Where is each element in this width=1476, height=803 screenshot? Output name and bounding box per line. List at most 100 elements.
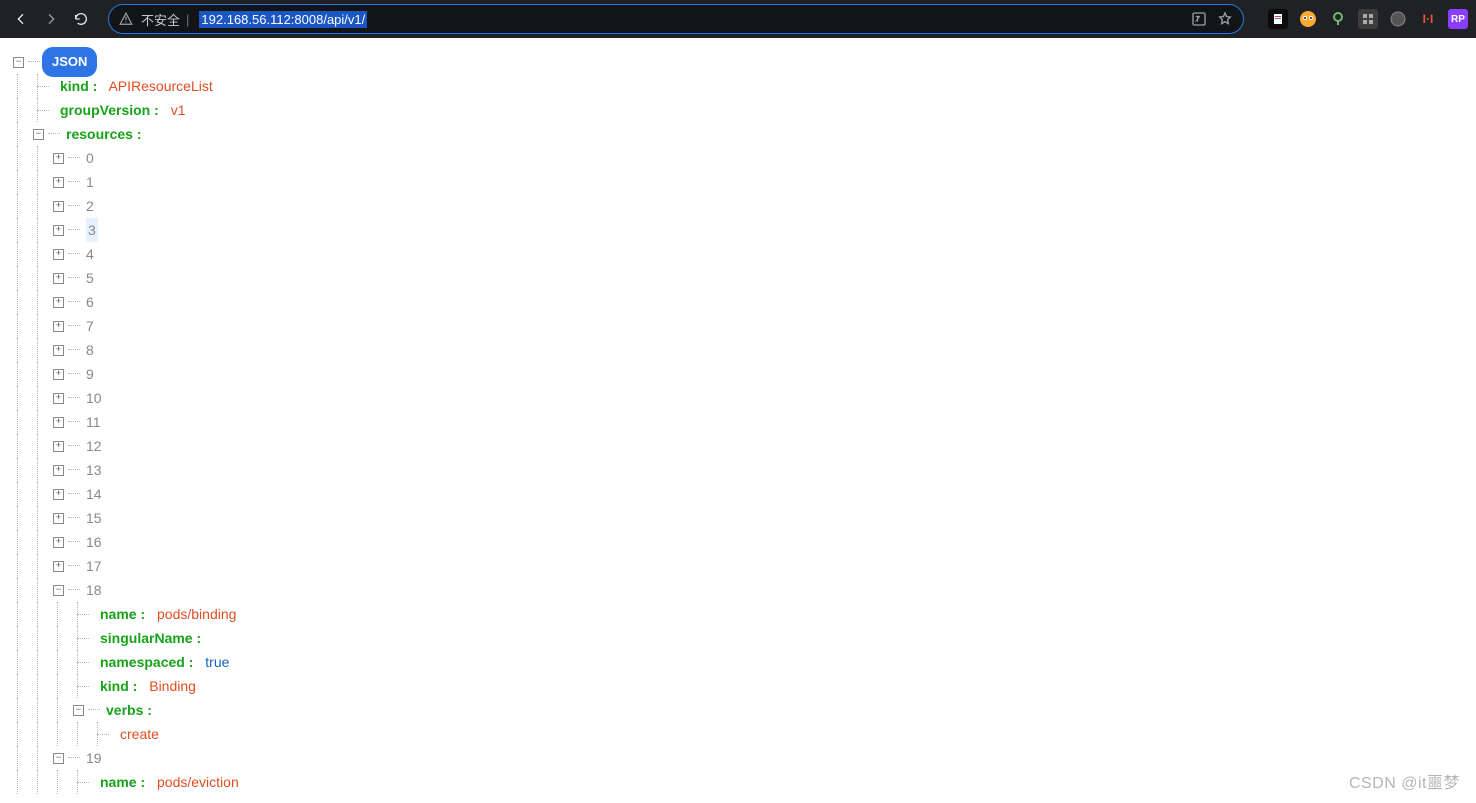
forward-button[interactable] (38, 6, 64, 32)
expand-toggle[interactable]: + (53, 537, 64, 548)
tree-row-verbs[interactable]: − verbs : (14, 698, 1476, 722)
json-value: pods/eviction (157, 774, 239, 790)
extension-icon[interactable]: RP (1448, 9, 1468, 29)
expand-toggle[interactable]: + (53, 177, 64, 188)
extension-icon[interactable]: I·I (1418, 9, 1438, 29)
collapse-toggle[interactable]: − (73, 705, 84, 716)
expand-toggle[interactable]: + (53, 513, 64, 524)
expand-toggle[interactable]: + (53, 345, 64, 356)
expand-toggle[interactable]: + (53, 369, 64, 380)
tree-row[interactable]: kind : Binding (14, 674, 1476, 698)
arrow-left-icon (13, 11, 29, 27)
json-index: 19 (86, 746, 102, 770)
expand-toggle[interactable]: + (53, 489, 64, 500)
json-key: resources : (66, 126, 141, 142)
json-index: 12 (86, 434, 102, 458)
tree-row-index-15[interactable]: +15 (14, 506, 1476, 530)
json-index: 13 (86, 458, 102, 482)
tree-row[interactable]: namespaced : true (14, 650, 1476, 674)
tree-row-index-19[interactable]: − 19 (14, 746, 1476, 770)
json-tree: − JSON kind : APIResourceList groupVersi… (0, 38, 1476, 794)
reload-button[interactable] (68, 6, 94, 32)
expand-toggle[interactable]: + (53, 249, 64, 260)
tree-row-index-0[interactable]: +0 (14, 146, 1476, 170)
back-button[interactable] (8, 6, 34, 32)
tree-row[interactable]: singularName : (14, 626, 1476, 650)
json-index: 0 (86, 146, 94, 170)
tree-row[interactable]: create (14, 722, 1476, 746)
tree-row-index-8[interactable]: +8 (14, 338, 1476, 362)
json-value: APIResourceList (108, 78, 212, 94)
expand-toggle[interactable]: + (53, 321, 64, 332)
extension-icon[interactable] (1298, 9, 1318, 29)
address-bar[interactable]: 不安全 | 192.168.56.112:8008/api/v1/ (108, 4, 1244, 34)
expand-toggle[interactable]: + (53, 441, 64, 452)
expand-toggle[interactable]: + (53, 465, 64, 476)
collapse-toggle[interactable]: − (13, 57, 24, 68)
tree-row-index-4[interactable]: +4 (14, 242, 1476, 266)
json-index: 16 (86, 530, 102, 554)
json-index: 10 (86, 386, 102, 410)
arrow-right-icon (43, 11, 59, 27)
tree-row-resources[interactable]: − resources : (14, 122, 1476, 146)
tree-row-index-5[interactable]: +5 (14, 266, 1476, 290)
json-index: 9 (86, 362, 94, 386)
json-index: 5 (86, 266, 94, 290)
tree-row-index-6[interactable]: +6 (14, 290, 1476, 314)
json-key: namespaced : (100, 654, 193, 670)
extension-icon[interactable] (1268, 9, 1288, 29)
json-key: kind : (60, 78, 97, 94)
expand-toggle[interactable]: + (53, 201, 64, 212)
tree-row-index-18[interactable]: − 18 (14, 578, 1476, 602)
tree-row-index-11[interactable]: +11 (14, 410, 1476, 434)
tree-row[interactable]: name : pods/binding (14, 602, 1476, 626)
expand-toggle[interactable]: + (53, 417, 64, 428)
translate-icon[interactable] (1191, 11, 1207, 27)
extension-icon[interactable] (1388, 9, 1408, 29)
tree-row[interactable]: name : pods/eviction (14, 770, 1476, 794)
json-value: create (120, 726, 159, 742)
json-key: name : (100, 774, 145, 790)
tree-row-index-16[interactable]: +16 (14, 530, 1476, 554)
tree-row-index-3[interactable]: +3 (14, 218, 1476, 242)
tree-row-index-9[interactable]: +9 (14, 362, 1476, 386)
json-key: groupVersion : (60, 102, 159, 118)
expand-toggle[interactable]: + (53, 561, 64, 572)
expand-toggle[interactable]: + (53, 297, 64, 308)
expand-toggle[interactable]: + (53, 273, 64, 284)
json-index: 1 (86, 170, 94, 194)
collapse-toggle[interactable]: − (33, 129, 44, 140)
tree-row-index-1[interactable]: +1 (14, 170, 1476, 194)
url-text: 192.168.56.112:8008/api/v1/ (199, 11, 367, 28)
json-index: 3 (86, 218, 98, 242)
expand-toggle[interactable]: + (53, 393, 64, 404)
tree-row-index-17[interactable]: +17 (14, 554, 1476, 578)
json-index: 17 (86, 554, 102, 578)
tree-row-index-13[interactable]: +13 (14, 458, 1476, 482)
json-index: 8 (86, 338, 94, 362)
expand-toggle[interactable]: + (53, 225, 64, 236)
json-index: 11 (86, 410, 101, 434)
json-key: verbs : (106, 702, 152, 718)
collapse-toggle[interactable]: − (53, 585, 64, 596)
json-index: 14 (86, 482, 102, 506)
bookmark-star-icon[interactable] (1217, 11, 1233, 27)
tree-row-index-12[interactable]: +12 (14, 434, 1476, 458)
extension-icon[interactable] (1328, 9, 1348, 29)
json-value: true (205, 654, 229, 670)
extension-icon[interactable] (1358, 9, 1378, 29)
reload-icon (73, 11, 89, 27)
tree-row-index-2[interactable]: +2 (14, 194, 1476, 218)
tree-row-kind[interactable]: kind : APIResourceList (14, 74, 1476, 98)
tree-row-index-7[interactable]: +7 (14, 314, 1476, 338)
insecure-icon (119, 12, 133, 26)
tree-row-groupversion[interactable]: groupVersion : v1 (14, 98, 1476, 122)
page-content: − JSON kind : APIResourceList groupVersi… (0, 38, 1476, 803)
json-value: pods/binding (157, 606, 236, 622)
json-key: singularName : (100, 630, 201, 646)
extensions-bar: I·I RP (1258, 9, 1468, 29)
expand-toggle[interactable]: + (53, 153, 64, 164)
tree-row-index-14[interactable]: +14 (14, 482, 1476, 506)
collapse-toggle[interactable]: − (53, 753, 64, 764)
tree-row-index-10[interactable]: +10 (14, 386, 1476, 410)
